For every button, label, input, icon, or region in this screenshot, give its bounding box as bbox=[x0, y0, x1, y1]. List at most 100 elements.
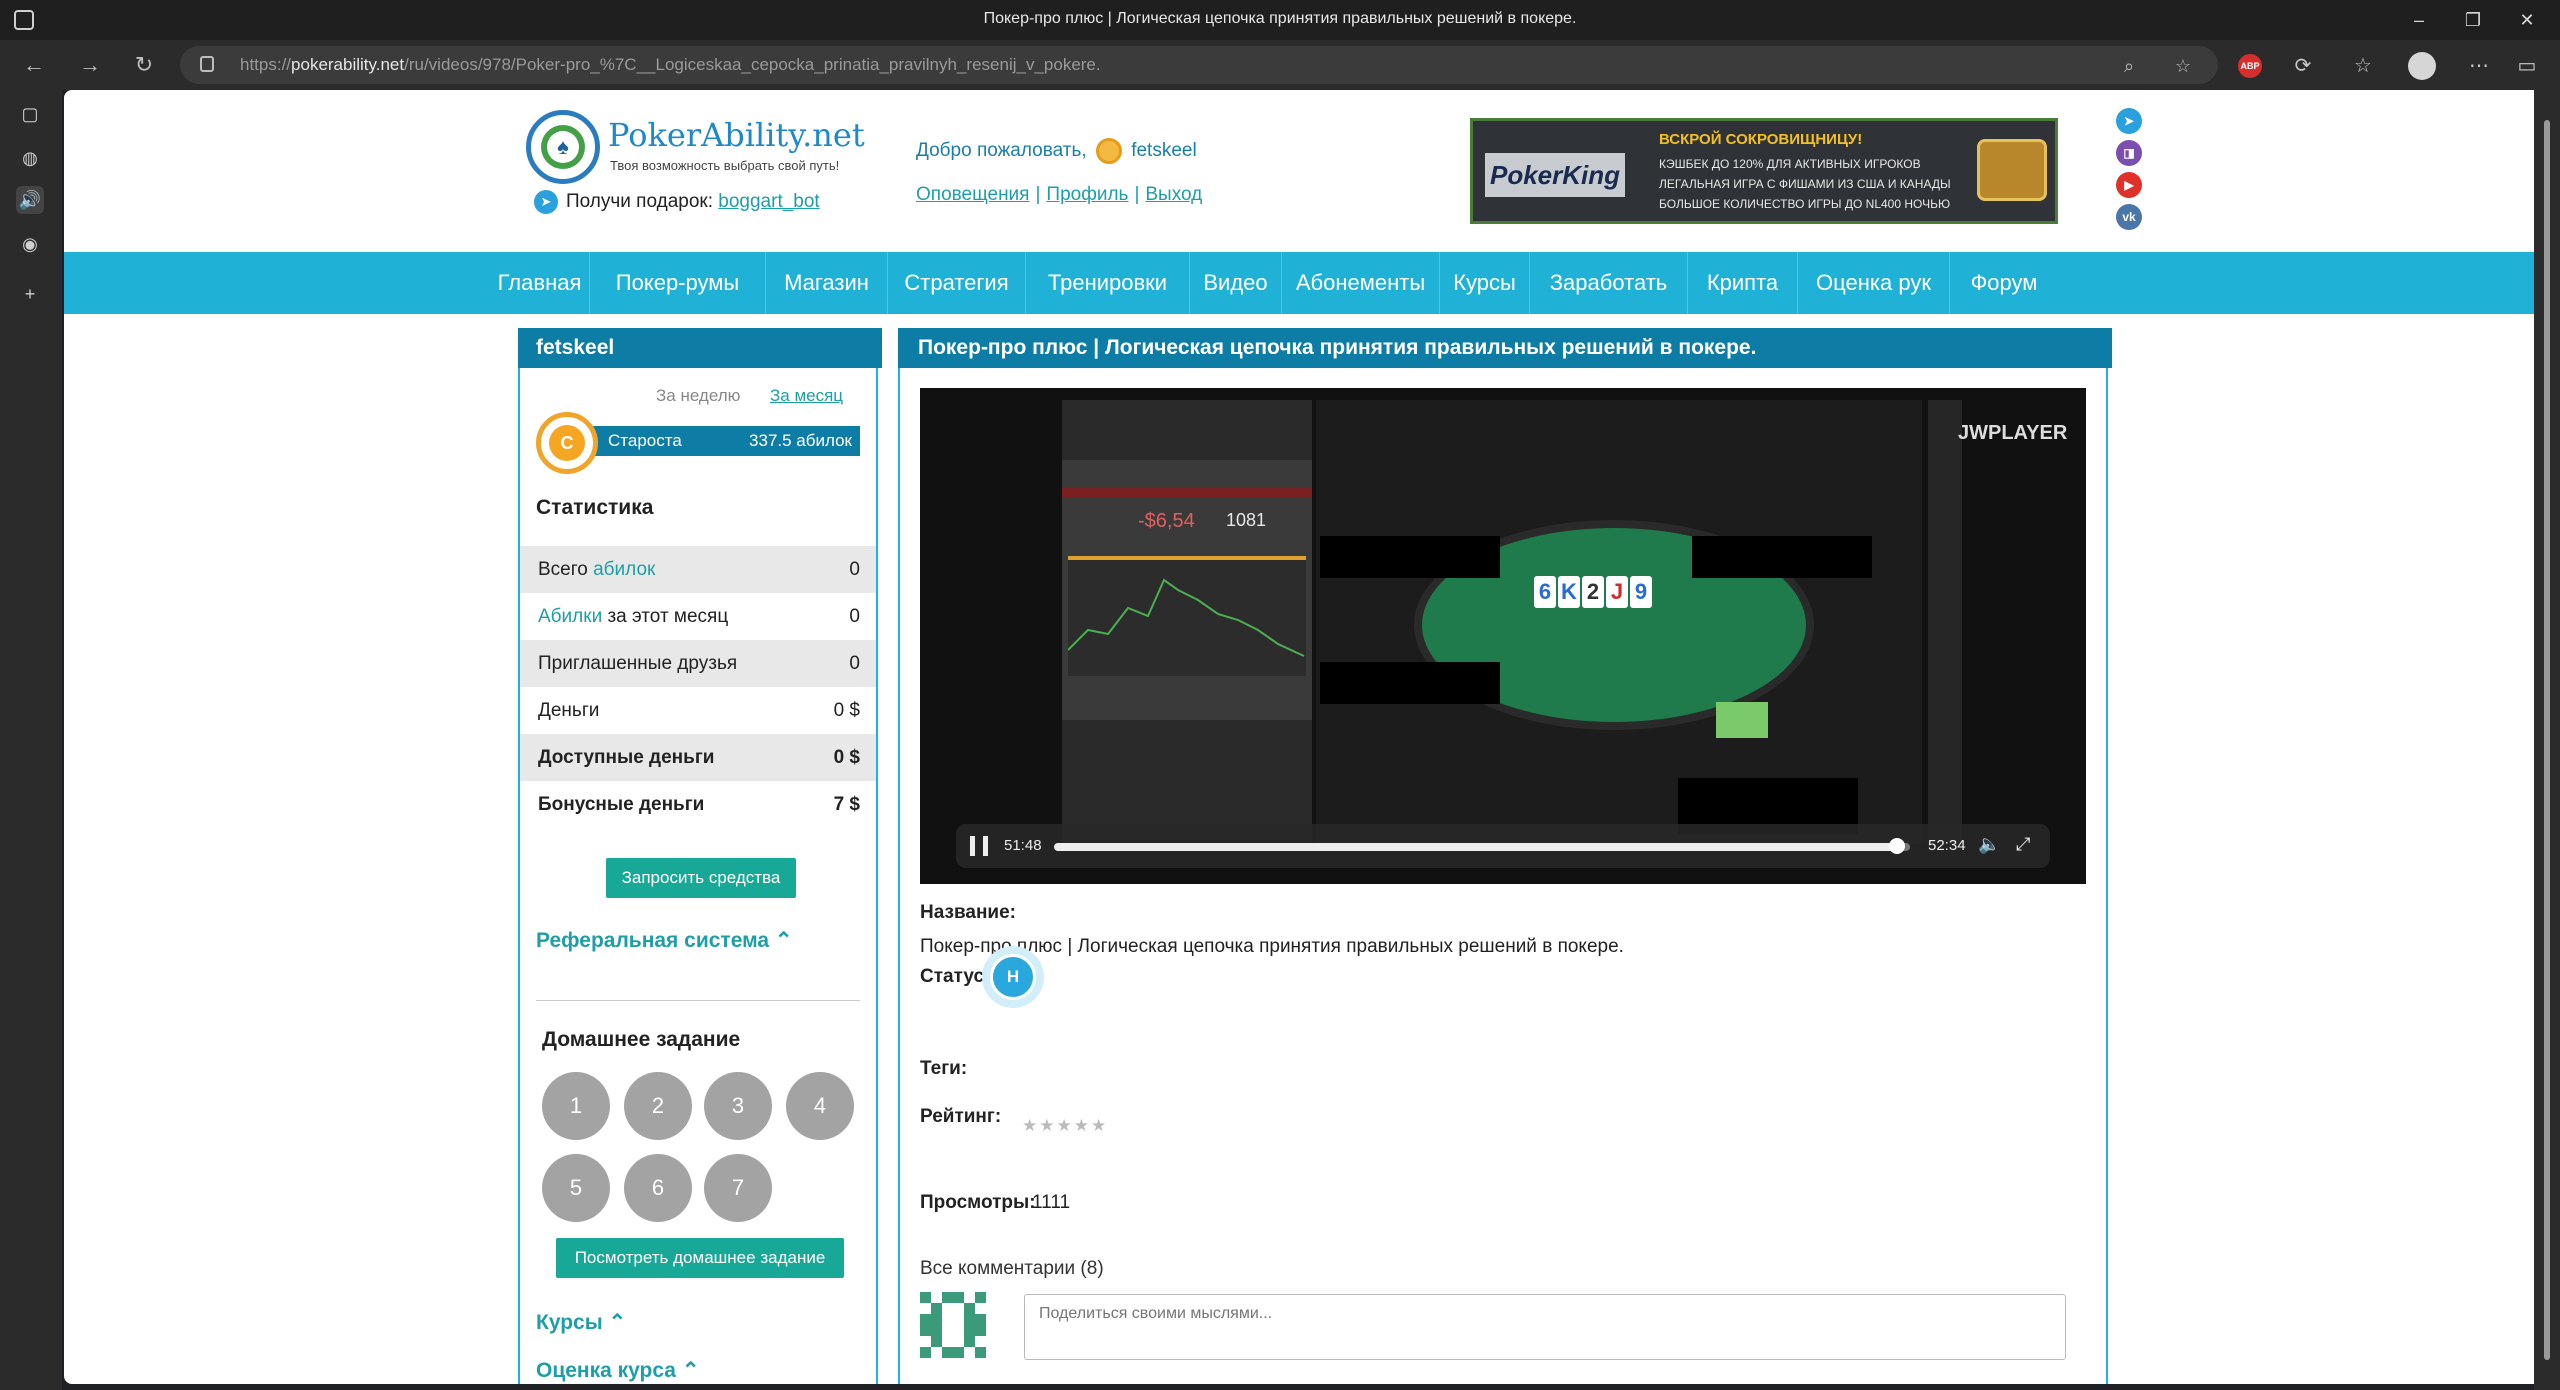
avatar-pixel bbox=[953, 1347, 964, 1358]
twitch-icon[interactable]: ◨ bbox=[2116, 140, 2142, 166]
minimize-icon[interactable]: – bbox=[2404, 8, 2434, 32]
nav-strategy[interactable]: Стратегия bbox=[888, 252, 1026, 314]
user-coin-icon bbox=[1095, 138, 1122, 164]
rank-name: Староста bbox=[608, 431, 682, 450]
username[interactable]: fetskeel bbox=[1131, 140, 1196, 161]
ad-banner[interactable]: PokerKing ВСКРОЙ СОКРОВИЩНИЦУ! КЭШБЕК ДО… bbox=[1470, 118, 2058, 224]
board-card: J bbox=[1606, 576, 1628, 608]
add-icon[interactable]: + bbox=[16, 280, 44, 308]
banner-headline: ВСКРОЙ СОКРОВИЩНИЦУ! bbox=[1659, 131, 1863, 148]
board-card: 9 bbox=[1630, 576, 1652, 608]
vk-icon[interactable]: vk bbox=[2116, 204, 2142, 230]
comment-input[interactable] bbox=[1024, 1294, 2066, 1360]
profile-avatar[interactable] bbox=[2408, 52, 2436, 80]
courses-link[interactable]: Курсы ⌃ bbox=[536, 1310, 626, 1335]
logout-link[interactable]: Выход bbox=[1145, 184, 1202, 205]
nav-courses[interactable]: Курсы bbox=[1440, 252, 1530, 314]
board-cards: 6K2J9 bbox=[1534, 576, 1654, 608]
volume-icon[interactable]: 🔈 bbox=[1978, 834, 2000, 855]
lock-icon[interactable] bbox=[200, 56, 214, 72]
referral-link[interactable]: Реферальная система ⌃ bbox=[536, 928, 793, 953]
site-icon[interactable]: ◍ bbox=[16, 144, 44, 172]
view-homework-button[interactable]: Посмотреть домашнее задание bbox=[556, 1238, 844, 1278]
profile-link[interactable]: Профиль bbox=[1046, 184, 1128, 205]
scroll-thumb[interactable] bbox=[2544, 120, 2550, 1360]
abilki-month-link[interactable]: Абилки bbox=[538, 606, 602, 627]
seek-bar[interactable] bbox=[1054, 838, 1910, 854]
course-rating-link[interactable]: Оценка курса ⌃ bbox=[536, 1358, 699, 1383]
homework-item[interactable]: 5 bbox=[542, 1154, 610, 1222]
close-icon[interactable]: ✕ bbox=[2512, 8, 2542, 32]
nav-home[interactable]: Главная bbox=[490, 252, 590, 314]
homework-item[interactable]: 4 bbox=[786, 1072, 854, 1140]
speaker-icon[interactable]: 🔊 bbox=[16, 186, 44, 214]
gift-bot-link[interactable]: boggart_bot bbox=[718, 191, 819, 212]
avatar-pixel bbox=[920, 1325, 931, 1336]
video-player[interactable]: -$6,54 1081 6K2J9 JWPLAYER 51:48 52:34 🔈… bbox=[920, 388, 2086, 884]
forward-icon[interactable]: → bbox=[76, 52, 104, 80]
avatar-pixel bbox=[964, 1325, 975, 1336]
divider bbox=[536, 1000, 860, 1001]
total-time: 52:34 bbox=[1928, 837, 1966, 854]
browser-titlebar: Покер-про плюс | Логическая цепочка прин… bbox=[0, 0, 2560, 40]
withdraw-button[interactable]: Запросить средства bbox=[606, 858, 796, 898]
board-card: 6 bbox=[1534, 576, 1556, 608]
more-icon[interactable]: ⋯ bbox=[2466, 53, 2492, 79]
abilki-link[interactable]: абилок bbox=[593, 559, 655, 580]
board-card: 2 bbox=[1582, 576, 1604, 608]
nav-subscriptions[interactable]: Абонементы bbox=[1282, 252, 1440, 314]
hud-stats bbox=[1320, 662, 1500, 704]
nav-hand-review[interactable]: Оценка рук bbox=[1798, 252, 1950, 314]
homework-item[interactable]: 2 bbox=[624, 1072, 692, 1140]
adblock-icon[interactable]: ABP bbox=[2238, 54, 2262, 78]
user-panel: fetskeel За неделю За месяц Староста 337… bbox=[518, 328, 882, 1384]
nav-forum[interactable]: Форум bbox=[1950, 252, 2058, 314]
youtube-icon[interactable]: ▶ bbox=[2116, 172, 2142, 198]
status-badge: Н bbox=[982, 946, 1044, 1008]
maximize-icon[interactable]: ❐ bbox=[2458, 8, 2488, 32]
nav-shop[interactable]: Магазин bbox=[766, 252, 888, 314]
back-icon[interactable]: ← bbox=[20, 52, 48, 80]
chevron-up-icon: ⌃ bbox=[681, 1359, 700, 1382]
zoom-icon[interactable]: ⌕ bbox=[2118, 55, 2140, 77]
nav-video[interactable]: Видео bbox=[1190, 252, 1282, 314]
tabs-icon[interactable]: ▢ bbox=[16, 100, 44, 128]
avatar-pixel bbox=[920, 1292, 931, 1303]
period-month-tab[interactable]: За месяц bbox=[770, 386, 843, 406]
stat-row: Приглашенные друзья 0 bbox=[520, 640, 876, 687]
rank-bar: Староста 337.5 абилок bbox=[568, 426, 860, 456]
stat-row: Доступные деньги 0 $ bbox=[520, 734, 876, 781]
nav-earn[interactable]: Заработать bbox=[1530, 252, 1688, 314]
nav-poker-rooms[interactable]: Покер-румы bbox=[590, 252, 766, 314]
rating-stars[interactable]: ★★★★★ bbox=[1022, 1116, 1108, 1136]
video-panel: Покер-про плюс | Логическая цепочка прин… bbox=[898, 328, 2112, 1384]
avatar-pixel bbox=[920, 1347, 931, 1358]
chevron-up-icon: ⌃ bbox=[774, 929, 793, 952]
reload-icon[interactable]: ↻ bbox=[130, 52, 158, 80]
favorite-star-icon[interactable]: ☆ bbox=[2172, 55, 2194, 77]
homework-item[interactable]: 6 bbox=[624, 1154, 692, 1222]
fullscreen-icon[interactable]: ⤢ bbox=[2016, 834, 2030, 855]
notifications-link[interactable]: Оповещения bbox=[916, 184, 1029, 205]
commenter-avatar bbox=[920, 1292, 986, 1358]
extensions-icon[interactable]: ⟳ bbox=[2290, 53, 2316, 79]
nav-crypto[interactable]: Крипта bbox=[1688, 252, 1798, 314]
player-controls: 51:48 52:34 🔈 ⤢ bbox=[956, 824, 2050, 868]
telegram-icon[interactable]: ➤ bbox=[2116, 108, 2142, 134]
nav-training[interactable]: Тренировки bbox=[1026, 252, 1190, 314]
board-card: K bbox=[1558, 576, 1580, 608]
period-week-tab[interactable]: За неделю bbox=[656, 386, 740, 406]
homework-item[interactable]: 1 bbox=[542, 1072, 610, 1140]
favorites-icon[interactable]: ☆ bbox=[2350, 53, 2376, 79]
sidebar-toggle-icon[interactable]: ▭ bbox=[2514, 53, 2540, 79]
site-icon-active[interactable]: ◉ bbox=[16, 230, 44, 258]
browser-toolbar: ← → ↻ https://pokerability.net/ru/videos… bbox=[0, 40, 2560, 90]
views-value: 1111 bbox=[1032, 1192, 1071, 1213]
homework-item[interactable]: 7 bbox=[704, 1154, 772, 1222]
video-panel-title: Покер-про плюс | Логическая цепочка прин… bbox=[898, 328, 2112, 368]
page-scrollbar[interactable] bbox=[2534, 90, 2560, 1390]
address-bar[interactable]: https://pokerability.net/ru/videos/978/P… bbox=[180, 46, 2218, 84]
homework-item[interactable]: 3 bbox=[704, 1072, 772, 1140]
seek-knob[interactable] bbox=[1889, 838, 1906, 854]
pause-icon[interactable] bbox=[970, 836, 988, 856]
